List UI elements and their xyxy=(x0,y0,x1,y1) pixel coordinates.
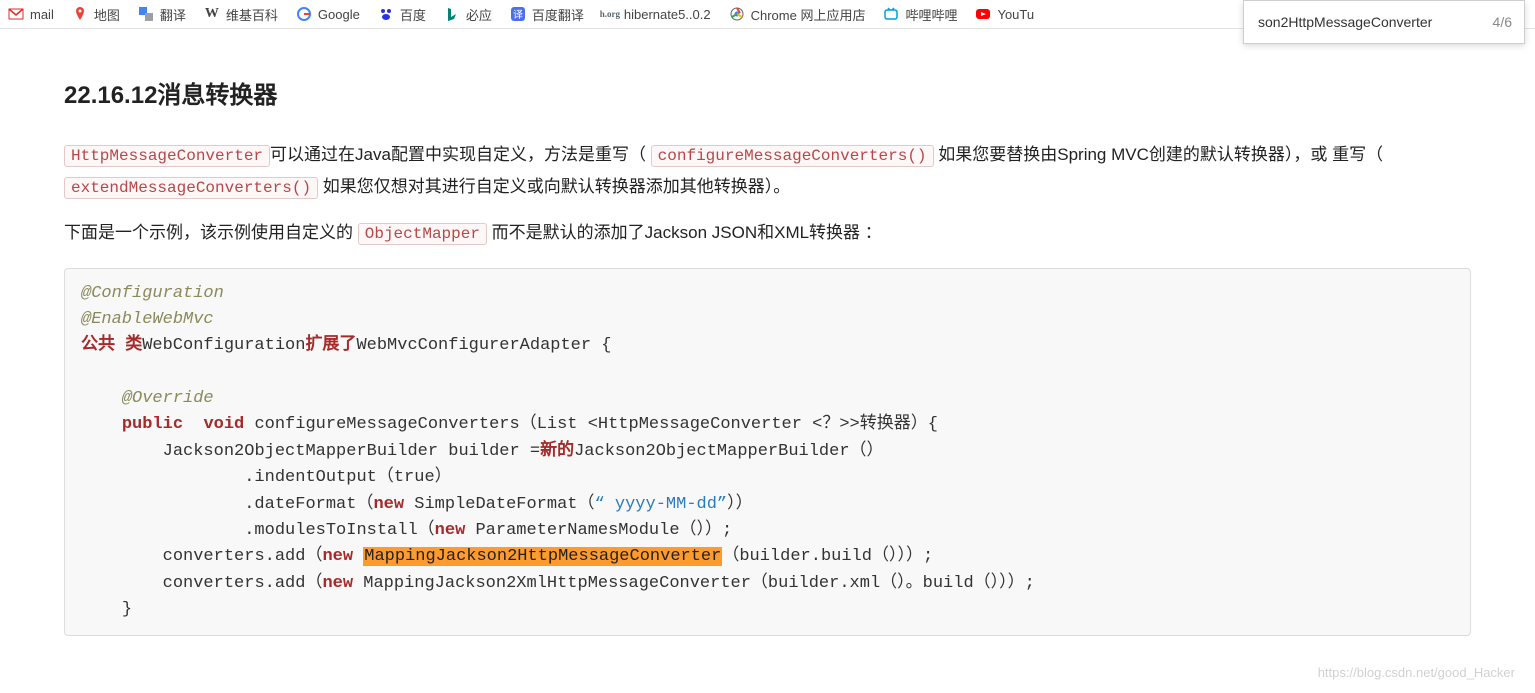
code-text: WebMvcConfigurerAdapter { xyxy=(356,336,611,355)
bookmark-label: mail xyxy=(30,7,54,22)
bookmark-label: 必应 xyxy=(466,5,492,24)
gmail-icon xyxy=(8,6,24,22)
find-result-count: 4/6 xyxy=(1481,14,1512,30)
bookmark-wiki[interactable]: W 维基百科 xyxy=(204,5,278,24)
code-keyword: void xyxy=(203,415,244,434)
code-string: “ yyyy-MM-dd” xyxy=(595,495,728,514)
code-text: Jackson2ObjectMapperBuilder（） xyxy=(574,442,883,461)
code-keyword: public xyxy=(122,415,183,434)
bookmark-baidutranslate[interactable]: 译 百度翻译 xyxy=(510,5,584,24)
inline-code: configureMessageConverters() xyxy=(651,145,934,167)
bookmark-google[interactable]: Google xyxy=(296,6,360,22)
page-content: 22.16.12消息转换器 HttpMessageConverter可以通过在J… xyxy=(0,29,1535,693)
bookmark-label: 维基百科 xyxy=(226,5,278,24)
inline-code: extendMessageConverters() xyxy=(64,177,318,199)
code-text: （builder.build（）））; xyxy=(722,547,933,566)
bookmark-map[interactable]: 地图 xyxy=(72,5,120,24)
code-keyword: new xyxy=(435,521,466,540)
code-annotation: @Override xyxy=(122,389,214,408)
text: 可以通过在Java配置中实现自定义，方法是重写（ xyxy=(270,145,651,164)
code-text: ）） xyxy=(727,495,753,514)
code-annotation: @Configuration xyxy=(81,284,224,303)
code-keyword: 公共 xyxy=(81,336,115,355)
text: 如果您仅想对其进行自定义或向默认转换器添加其他转换器）。 xyxy=(318,177,790,196)
bookmark-youtube[interactable]: YouTu xyxy=(975,6,1034,22)
bookmark-label: 百度翻译 xyxy=(532,5,584,24)
bookmark-label: 哔哩哔哩 xyxy=(905,5,957,24)
baidu-icon xyxy=(378,6,394,22)
code-text: ）{ xyxy=(911,415,938,434)
bookmark-label: hibernate5..0.2 xyxy=(624,7,711,22)
bookmark-hibernate[interactable]: h.org hibernate5..0.2 xyxy=(602,6,711,22)
code-text: .indentOutput（true） xyxy=(244,468,451,487)
inline-code: ObjectMapper xyxy=(358,223,487,245)
code-text: ParameterNamesModule（））; xyxy=(465,521,732,540)
code-annotation: @EnableWebMvc xyxy=(81,310,214,329)
bookmark-cws[interactable]: Chrome 网上应用店 xyxy=(729,5,866,24)
google-icon xyxy=(296,6,312,22)
code-text: MappingJackson2XmlHttpMessageConverter（b… xyxy=(363,574,1035,593)
bookmark-label: Chrome 网上应用店 xyxy=(751,5,866,24)
bookmark-label: 翻译 xyxy=(160,5,186,24)
chrome-store-icon xyxy=(729,6,745,22)
code-text: WebConfiguration xyxy=(142,336,305,355)
bookmark-bing[interactable]: 必应 xyxy=(444,5,492,24)
baidu-translate-icon: 译 xyxy=(510,6,526,22)
section-heading: 22.16.12消息转换器 xyxy=(64,73,1471,119)
youtube-icon xyxy=(975,6,991,22)
find-input[interactable] xyxy=(1256,13,1481,31)
code-keyword: new xyxy=(322,574,353,593)
text: 下面是一个示例，该示例使用自定义的 xyxy=(64,223,358,242)
bookmark-translate[interactable]: 翻译 xyxy=(138,5,186,24)
bookmark-baidu[interactable]: 百度 xyxy=(378,5,426,24)
bookmark-bilibili[interactable]: 哔哩哔哩 xyxy=(883,5,957,24)
code-text: Jackson2ObjectMapperBuilder builder = xyxy=(163,442,540,461)
paragraph-2: 下面是一个示例，该示例使用自定义的 ObjectMapper 而不是默认的添加了… xyxy=(64,217,1471,249)
code-keyword: new xyxy=(322,547,353,566)
code-keyword: 类 xyxy=(125,336,142,355)
code-text: configureMessageConverters（List <HttpMes… xyxy=(254,415,859,434)
paragraph-1: HttpMessageConverter可以通过在Java配置中实现自定义，方法… xyxy=(64,139,1471,204)
code-block: @Configuration @EnableWebMvc 公共 类WebConf… xyxy=(64,268,1471,636)
code-text: converters.add（ xyxy=(163,574,323,593)
bookmark-gmail[interactable]: mail xyxy=(8,6,54,22)
bookmark-label: YouTu xyxy=(997,7,1034,22)
code-keyword: 新的 xyxy=(540,442,574,461)
map-pin-icon xyxy=(72,6,88,22)
find-in-page-bar: 4/6 xyxy=(1243,0,1525,44)
bookmark-label: 地图 xyxy=(94,5,120,24)
text: 如果您要替换由Spring MVC创建的默认转换器），或 重写（ xyxy=(934,145,1384,164)
code-text: .modulesToInstall（ xyxy=(244,521,434,540)
code-text: SimpleDateFormat（ xyxy=(404,495,594,514)
code-text: .dateFormat（ xyxy=(244,495,373,514)
code-text: } xyxy=(122,600,132,619)
bilibili-icon xyxy=(883,6,899,22)
code-keyword: new xyxy=(373,495,404,514)
inline-code: HttpMessageConverter xyxy=(64,145,270,167)
bing-icon xyxy=(444,6,460,22)
code-keyword: 扩展了 xyxy=(305,336,356,355)
bookmark-label: Google xyxy=(318,7,360,22)
watermark: https://blog.csdn.net/good_Hacker xyxy=(1318,661,1515,686)
translate-icon xyxy=(138,6,154,22)
code-highlight: MappingJackson2HttpMessageConverter xyxy=(363,547,722,566)
code-text: 转换器 xyxy=(860,415,911,434)
wiki-icon: W xyxy=(204,6,220,22)
code-text: converters.add（ xyxy=(163,547,323,566)
text: 而不是默认的添加了Jackson JSON和XML转换器 ： xyxy=(487,223,882,242)
svg-text:译: 译 xyxy=(513,9,523,21)
bookmark-label: 百度 xyxy=(400,5,426,24)
hibernate-icon: h.org xyxy=(602,6,618,22)
